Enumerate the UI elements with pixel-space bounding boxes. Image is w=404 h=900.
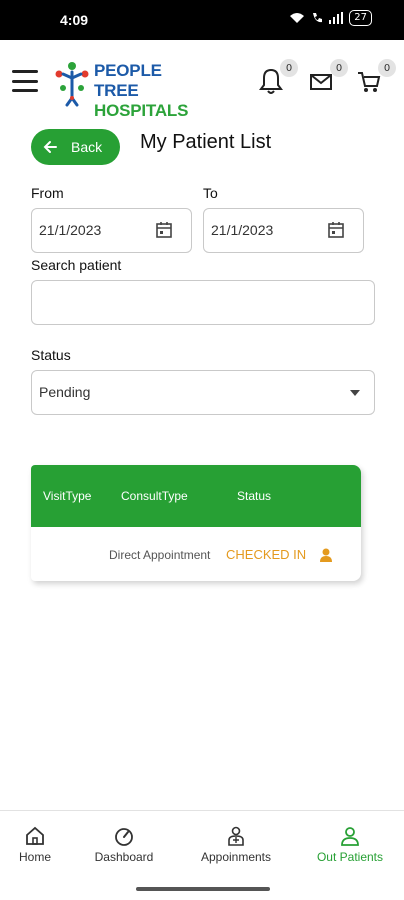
column-status: Status [237,489,272,503]
status-cell: CHECKED IN [226,547,307,562]
status-label: Status [31,347,71,363]
hamburger-menu-icon[interactable] [12,70,38,92]
people-tree-logo-icon [55,62,89,107]
nav-home[interactable]: Home [15,811,55,873]
nav-appointments-label: Appoinments [200,850,272,864]
column-consult-type: ConsultType [121,489,188,503]
status-bar: 4:09 27 [0,0,404,40]
arrow-left-icon [43,141,57,153]
status-icons: 27 [289,10,372,26]
back-button[interactable]: Back [31,129,120,165]
search-patient-input[interactable] [31,280,375,325]
column-visit-type: VisitType [43,489,92,503]
messages-count-badge: 0 [330,59,348,77]
brand-line1: PEOPLE TREE [94,61,162,100]
dashboard-icon [115,828,133,846]
notifications-count-badge: 0 [280,59,298,77]
brand-logo: PEOPLE TREE HOSPITALS [52,58,202,120]
status-dropdown[interactable]: Pending [31,370,375,415]
from-date-field[interactable]: 21/1/2023 [31,208,192,253]
bottom-navigation: Home Dashboard Appoinments Out Patients [0,810,404,872]
wifi-icon [290,13,305,23]
calendar-icon[interactable] [327,221,345,239]
nav-out-patients[interactable]: Out Patients [311,811,389,873]
nav-home-label: Home [18,850,51,864]
battery-indicator: 27 [349,10,372,26]
app-header: PEOPLE TREE HOSPITALS 0 0 0 [0,40,404,124]
brand-line2: HOSPITALS [94,101,189,120]
signal-icon [329,12,344,24]
to-date-field[interactable]: 21/1/2023 [203,208,364,253]
messages-button[interactable]: 0 [308,59,348,99]
page-title: My Patient List [140,131,272,153]
brand-name: PEOPLE TREE HOSPITALS [94,61,202,121]
table-header: VisitType ConsultType Status [31,465,361,527]
patient-table: VisitType ConsultType Status Direct Appo… [31,465,361,581]
to-date-value: 21/1/2023 [211,222,274,238]
out-patients-icon [341,827,359,846]
gesture-bar [136,887,270,891]
notifications-button[interactable]: 0 [258,59,298,99]
from-date-value: 21/1/2023 [39,222,102,238]
table-row[interactable]: Direct Appointment CHECKED IN [31,527,361,581]
home-icon [26,826,44,845]
consult-type-cell: Direct Appointment [109,548,211,562]
chevron-down-icon [350,390,360,396]
call-icon [313,13,323,23]
nav-appointments[interactable]: Appoinments [193,811,279,873]
back-label: Back [71,139,103,155]
to-label: To [203,185,218,201]
nav-out-patients-label: Out Patients [316,850,384,864]
cart-button[interactable]: 0 [356,59,396,99]
nav-dashboard-label: Dashboard [94,850,154,864]
status-time: 4:09 [60,12,89,28]
calendar-icon[interactable] [155,221,173,239]
from-label: From [31,185,64,201]
cart-count-badge: 0 [378,59,396,77]
appointments-icon [228,826,244,846]
nav-dashboard[interactable]: Dashboard [88,811,160,873]
search-patient-label: Search patient [31,257,122,273]
status-selected-value: Pending [39,384,91,400]
patient-user-icon[interactable] [319,547,333,563]
